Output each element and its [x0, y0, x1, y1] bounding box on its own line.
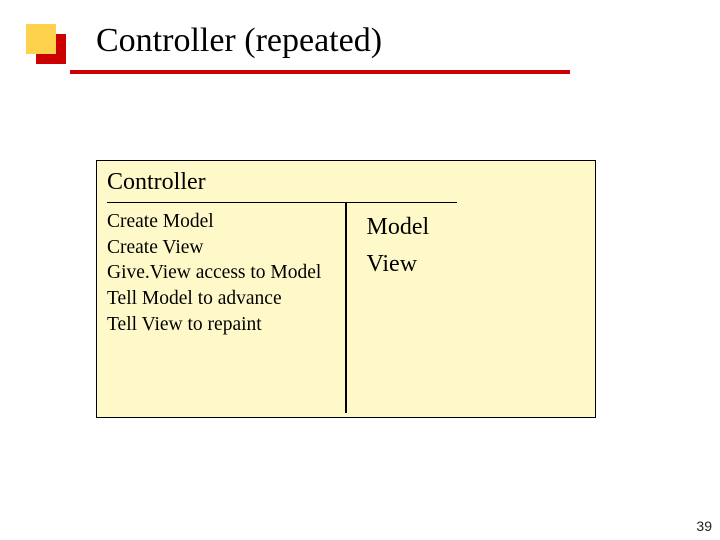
page-number: 39 [696, 518, 712, 534]
column-divider [345, 203, 347, 413]
collaborators-column: Model View [349, 209, 430, 389]
slide-title-row: Controller (repeated) [26, 18, 382, 64]
class-name-header: Controller [97, 161, 595, 202]
controller-actions-column: Create Model Create View Give.View acces… [107, 209, 327, 389]
controller-uml-box: Controller Create Model Create View Give… [96, 160, 596, 418]
action-line-1: Create Model [107, 209, 327, 235]
collaborator-line-1: Model [367, 209, 430, 246]
collaborator-line-2: View [367, 246, 430, 283]
action-line-3: Give.View access to Model [107, 260, 327, 286]
action-line-4: Tell Model to advance [107, 286, 327, 312]
class-body: Create Model Create View Give.View acces… [97, 203, 595, 399]
action-line-5: Tell View to repaint [107, 312, 327, 338]
yellow-square-icon [26, 24, 56, 54]
title-underline [70, 70, 570, 74]
action-line-2: Create View [107, 235, 327, 261]
slide-title: Controller (repeated) [96, 22, 382, 60]
title-decorative-squares [26, 24, 66, 64]
